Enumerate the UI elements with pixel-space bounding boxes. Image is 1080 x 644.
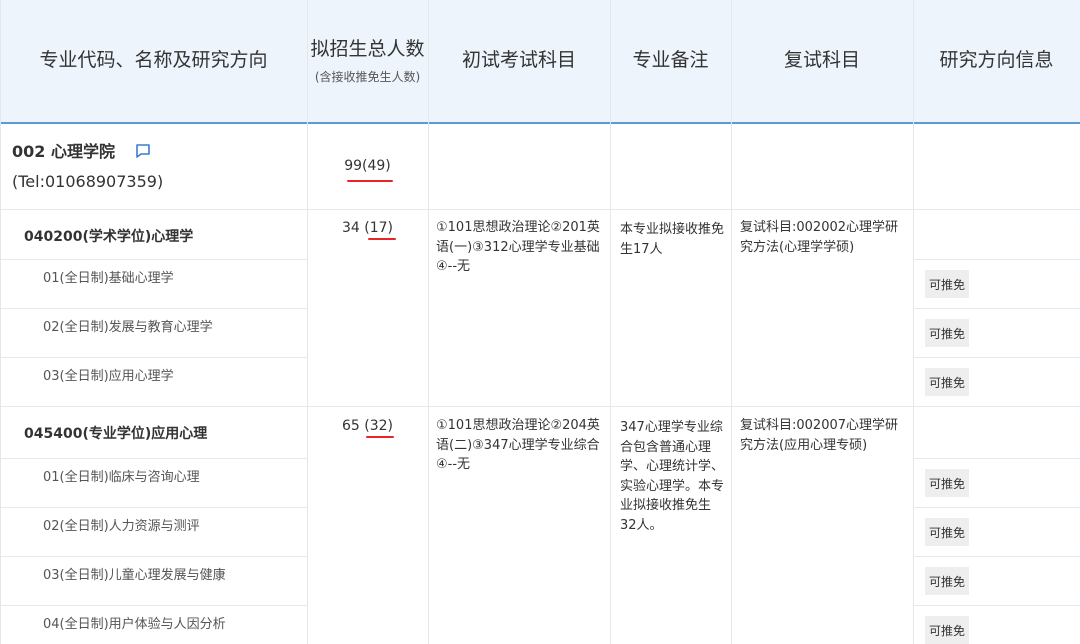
recommendation-badge: 可推免 bbox=[925, 518, 969, 546]
header-direction-info: 研究方向信息 bbox=[939, 49, 1054, 72]
program-exam-subjects: ①101思想政治理论②201英语(一)③312心理学专业基础④--无 bbox=[436, 220, 600, 274]
program-note: 347心理学专业综合包含普通心理学、心理统计学、实验心理学。本专业拟接收推免生3… bbox=[620, 420, 725, 533]
recommendation-badge: 可推免 bbox=[925, 469, 969, 497]
direction-item: 01(全日制)临床与咨询心理 bbox=[43, 470, 200, 485]
direction-item: 03(全日制)应用心理学 bbox=[43, 369, 174, 384]
red-underline bbox=[347, 180, 393, 182]
program-count: 34 (17) bbox=[341, 220, 393, 236]
program-retest: 复试科目:002007心理学研究方法(应用心理专硕) bbox=[740, 418, 899, 453]
header-major: 专业代码、名称及研究方向 bbox=[39, 49, 268, 72]
header-retest: 复试科目 bbox=[783, 49, 860, 72]
school-name: 002 心理学院 bbox=[12, 140, 151, 166]
recommendation-badge: 可推免 bbox=[925, 368, 969, 396]
header-quota: 拟招生总人数 (含接收推免生人数) bbox=[310, 38, 425, 84]
header-notes: 专业备注 bbox=[632, 49, 709, 72]
header-exam-subjects: 初试考试科目 bbox=[461, 49, 576, 72]
direction-item: 02(全日制)发展与教育心理学 bbox=[43, 320, 213, 335]
program-exam-subjects: ①101思想政治理论②204英语(二)③347心理学专业综合④--无 bbox=[436, 418, 600, 472]
direction-item: 03(全日制)儿童心理发展与健康 bbox=[43, 568, 226, 583]
program-title: 040200(学术学位)心理学 bbox=[24, 229, 194, 245]
school-tel: (Tel:01068907359) bbox=[12, 172, 164, 191]
recommendation-badge: 可推免 bbox=[925, 270, 969, 298]
admissions-table: 专业代码、名称及研究方向 拟招生总人数 (含接收推免生人数) 初试考试科目 专业… bbox=[0, 0, 1080, 644]
direction-item: 02(全日制)人力资源与测评 bbox=[43, 519, 200, 534]
recommendation-badge: 可推免 bbox=[925, 567, 969, 595]
school-total: 99(49) bbox=[344, 158, 391, 174]
direction-item: 04(全日制)用户体验与人因分析 bbox=[43, 617, 226, 632]
program-retest: 复试科目:002002心理学研究方法(心理学学硕) bbox=[740, 220, 899, 255]
program-count: 65 (32) bbox=[341, 418, 393, 434]
program-title: 045400(专业学位)应用心理 bbox=[24, 426, 208, 442]
recommendation-badge: 可推免 bbox=[925, 616, 969, 644]
direction-item: 01(全日制)基础心理学 bbox=[43, 271, 174, 286]
red-underline bbox=[366, 436, 394, 438]
red-underline bbox=[368, 238, 396, 240]
recommendation-badge: 可推免 bbox=[925, 319, 969, 347]
program-note: 本专业拟接收推免生17人 bbox=[620, 222, 725, 257]
comment-icon[interactable] bbox=[135, 142, 151, 166]
